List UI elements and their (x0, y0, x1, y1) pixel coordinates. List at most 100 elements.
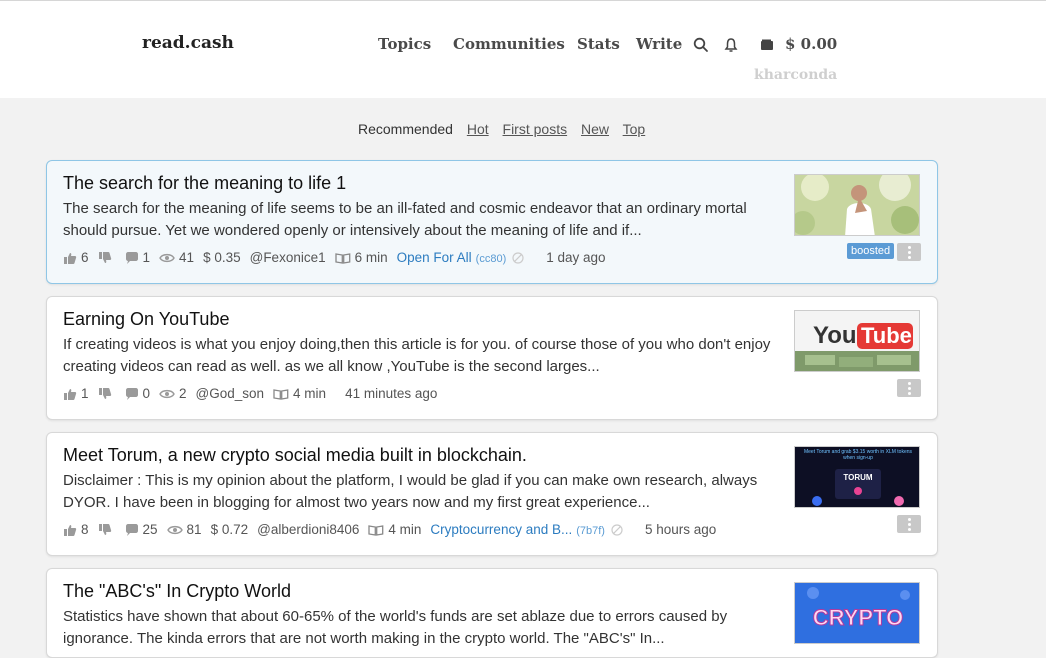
comment-icon (125, 523, 138, 536)
views-count-item: 41 (159, 250, 194, 265)
article-card[interactable]: Meet Torum, a new crypto social media bu… (46, 432, 938, 556)
article-excerpt[interactable]: Statistics have shown that about 60-65% … (63, 606, 783, 650)
views-count-item: 2 (159, 386, 187, 401)
youtube-tube-text: Tube (861, 323, 912, 348)
book-icon (334, 252, 350, 264)
read-time: 6 min (354, 250, 388, 265)
tab-hot[interactable]: Hot (467, 121, 489, 137)
upvote-count: 8 (81, 522, 89, 537)
nav-write[interactable]: Write (636, 35, 682, 53)
thumbs-up-icon (64, 252, 77, 264)
article-title[interactable]: Meet Torum, a new crypto social media bu… (63, 445, 527, 466)
feed-tabs: Recommended Hot First posts New Top (358, 121, 655, 137)
eye-icon (166, 525, 183, 534)
author-link[interactable]: @alberdioni8406 (257, 522, 359, 537)
tab-first-posts[interactable]: First posts (503, 121, 568, 137)
article-excerpt[interactable]: The search for the meaning of life seems… (63, 198, 783, 242)
downvote-button[interactable] (98, 251, 116, 264)
comments-count-item[interactable]: 1 (125, 250, 150, 265)
article-excerpt[interactable]: Disclaimer : This is my opinion about th… (63, 470, 783, 514)
book-icon (368, 524, 384, 536)
top-header: read.cash Topics Communities Stats Write… (0, 0, 1046, 98)
more-options-button[interactable] (897, 515, 921, 533)
author-link[interactable]: @Fexonice1 (250, 250, 326, 265)
post-time[interactable]: 1 day ago (546, 250, 605, 265)
tab-new[interactable]: New (581, 121, 609, 137)
read-time-item: 4 min (273, 386, 326, 401)
boosted-badge[interactable]: boosted (847, 243, 895, 259)
view-count: 2 (179, 386, 187, 401)
views-count-item: 81 (166, 522, 202, 537)
nav-topics[interactable]: Topics (378, 35, 431, 53)
comment-icon (125, 251, 138, 264)
thumbs-up-icon (64, 388, 77, 400)
article-excerpt[interactable]: If creating videos is what you enjoy doi… (63, 334, 783, 378)
youtube-you-text: You (813, 322, 857, 349)
thumbs-down-icon (98, 387, 111, 399)
tab-recommended[interactable]: Recommended (358, 121, 453, 137)
article-thumbnail[interactable]: You Tube (794, 310, 920, 372)
community-link[interactable]: Open For All (cc80) (397, 250, 507, 265)
community-code: (cc80) (475, 253, 507, 265)
article-card[interactable]: The "ABC's" In Crypto World Statistics h… (46, 568, 938, 658)
wallet-icon[interactable] (759, 37, 775, 53)
thumbs-up-icon (64, 524, 77, 536)
upvote-button[interactable]: 6 (63, 250, 89, 265)
article-thumbnail[interactable]: Meet Torum and grab $3.15 worth in XLM t… (794, 446, 920, 508)
block-icon[interactable] (512, 251, 524, 264)
article-thumbnail[interactable]: CRYPTO (794, 582, 920, 644)
nav-stats[interactable]: Stats (577, 35, 620, 53)
username[interactable]: kharconda (754, 67, 837, 83)
article-meta: 6 1 41 $ 0.35 @Fexonice1 6 min Open For … (63, 250, 606, 265)
earnings: $ 0.35 (203, 250, 241, 265)
book-icon (273, 388, 289, 400)
comment-count: 0 (142, 386, 151, 401)
upvote-button[interactable]: 8 (63, 522, 89, 537)
post-time[interactable]: 5 hours ago (645, 522, 716, 537)
article-title[interactable]: Earning On YouTube (63, 309, 229, 330)
crypto-thumb-text: CRYPTO (813, 605, 903, 630)
downvote-button[interactable] (98, 523, 116, 536)
article-title[interactable]: The "ABC's" In Crypto World (63, 581, 291, 602)
post-time[interactable]: 41 minutes ago (345, 386, 437, 401)
tab-top[interactable]: Top (623, 121, 646, 137)
read-time: 4 min (293, 386, 327, 401)
eye-icon (159, 389, 175, 398)
comment-count: 25 (142, 522, 158, 537)
community-name[interactable]: Open For All (397, 250, 472, 265)
article-title[interactable]: The search for the meaning to life 1 (63, 173, 346, 194)
site-logo[interactable]: read.cash (142, 33, 234, 53)
upvote-button[interactable]: 1 (63, 386, 89, 401)
comments-count-item[interactable]: 0 (125, 386, 151, 401)
block-icon[interactable] (611, 523, 623, 536)
community-name[interactable]: Cryptocurrency and B... (430, 522, 572, 537)
read-time-item: 4 min (368, 522, 421, 537)
search-icon[interactable] (693, 37, 709, 53)
downvote-button[interactable] (98, 387, 116, 400)
community-link[interactable]: Cryptocurrency and B... (7b7f) (430, 522, 605, 537)
torum-logo-text: TORUM (843, 473, 873, 482)
nav-communities[interactable]: Communities (453, 35, 565, 53)
read-time: 4 min (388, 522, 422, 537)
read-time-item: 6 min (334, 250, 388, 265)
comments-count-item[interactable]: 25 (125, 522, 158, 537)
article-card[interactable]: The search for the meaning to life 1 The… (46, 160, 938, 284)
view-count: 41 (179, 250, 195, 265)
community-code: (7b7f) (576, 525, 605, 537)
article-card[interactable]: Earning On YouTube If creating videos is… (46, 296, 938, 420)
earnings: $ 0.72 (210, 522, 249, 537)
comment-icon (125, 387, 138, 400)
article-meta: 1 0 2 @God_son 4 min 41 minutes ago (63, 386, 437, 401)
torum-headline: Meet Torum and grab $3.15 worth in XLM t… (803, 449, 913, 461)
article-meta: 8 25 81 $ 0.72 @alberdioni8406 4 min Cry… (63, 522, 716, 537)
eye-icon (159, 253, 175, 262)
thumbs-down-icon (98, 251, 111, 263)
more-options-button[interactable] (897, 379, 921, 397)
thumbs-down-icon (98, 523, 111, 535)
article-thumbnail[interactable] (794, 174, 920, 236)
bell-icon[interactable] (723, 37, 739, 53)
more-options-button[interactable] (897, 243, 921, 261)
upvote-count: 1 (81, 386, 89, 401)
author-link[interactable]: @God_son (196, 386, 265, 401)
wallet-balance[interactable]: $ 0.00 (785, 35, 837, 53)
